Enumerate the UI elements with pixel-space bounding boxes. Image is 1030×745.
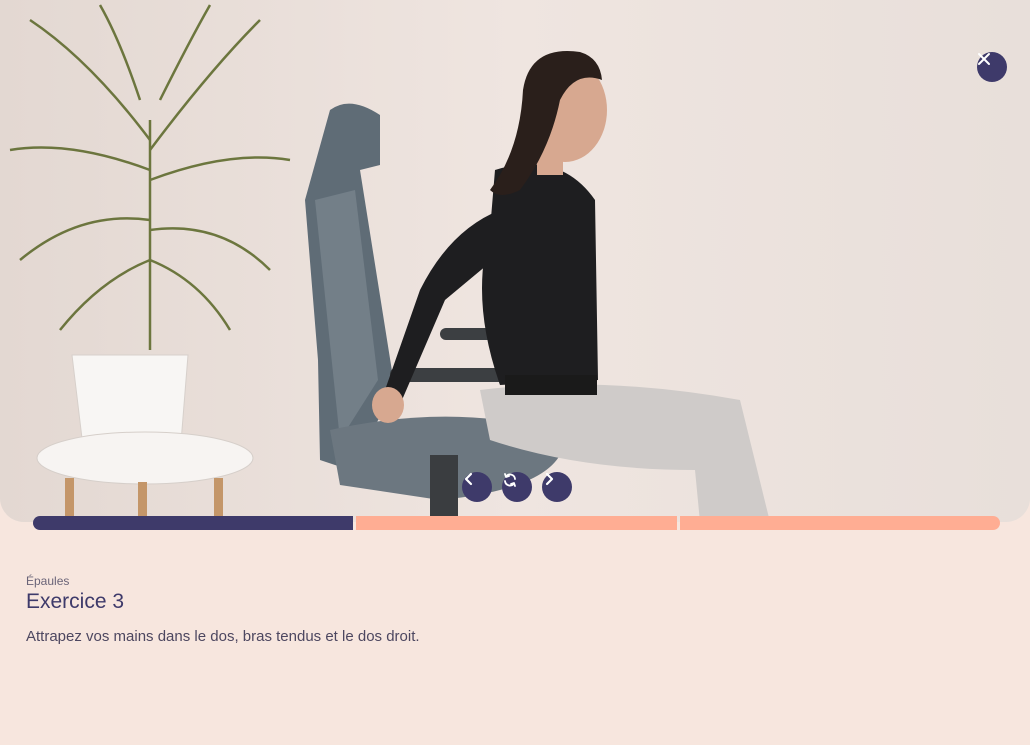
chevron-right-icon	[545, 472, 554, 486]
close-button[interactable]	[977, 52, 1007, 82]
exercise-title: Exercice 3	[26, 590, 125, 613]
progress-segment-2	[356, 516, 677, 530]
progress-segment-1	[33, 516, 354, 530]
exercise-info: Épaules Exercice 3 Attrapez vos mains da…	[26, 574, 1004, 645]
exercise-media	[0, 0, 1030, 522]
chevron-left-icon	[464, 472, 473, 486]
exercise-category: Épaules	[26, 574, 70, 588]
next-button[interactable]	[542, 472, 572, 502]
exercise-description: Attrapez vos mains dans le dos, bras ten…	[26, 628, 420, 645]
close-icon	[978, 53, 990, 65]
replay-button[interactable]	[502, 472, 532, 502]
exercise-illustration	[0, 0, 1030, 522]
progress-segment-3	[679, 516, 1000, 530]
previous-button[interactable]	[462, 472, 492, 502]
replay-icon	[504, 473, 516, 487]
exercise-progress	[33, 516, 1000, 530]
